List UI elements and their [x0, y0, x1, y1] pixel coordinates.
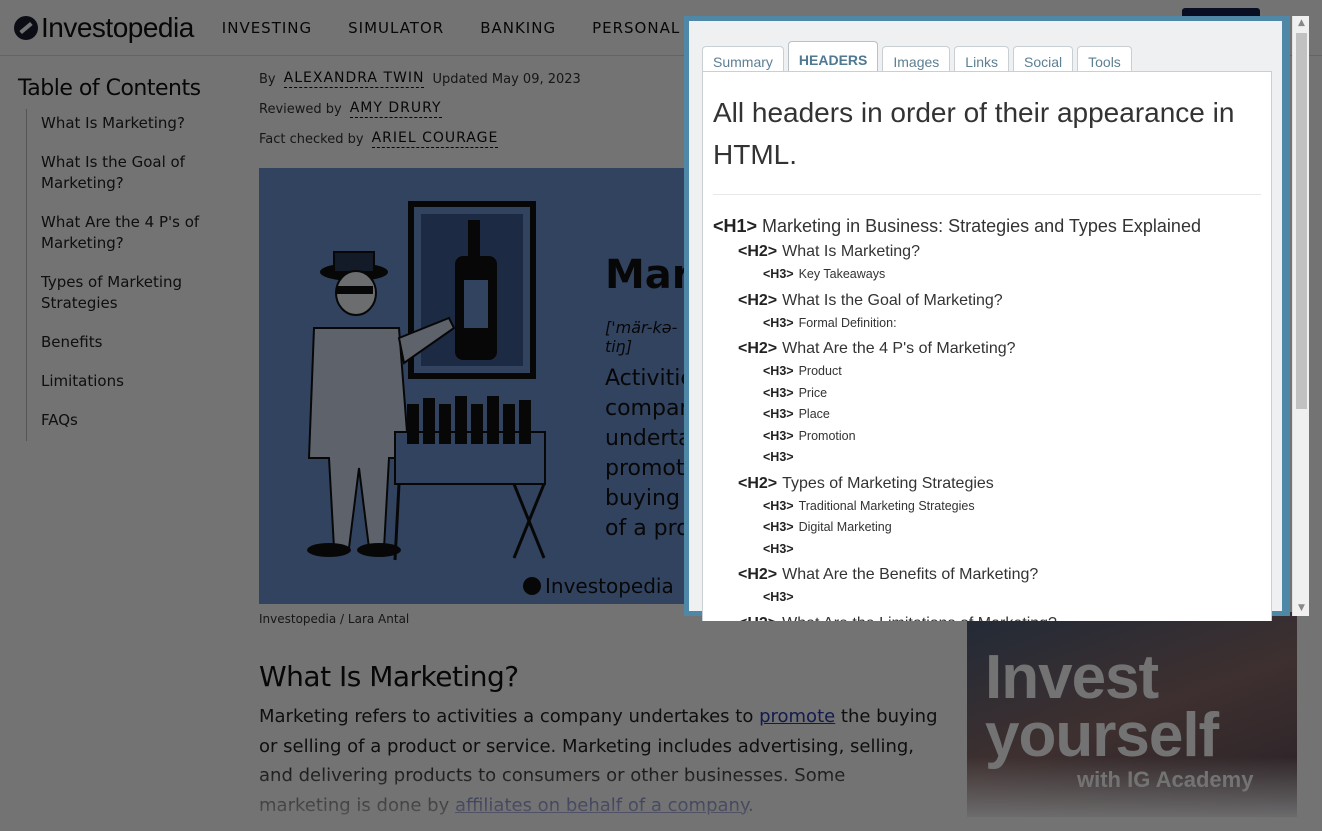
header-tag: <H2>	[738, 243, 778, 260]
header-text: Key Takeaways	[798, 267, 886, 281]
header-tag: <H3>	[763, 520, 794, 534]
header-row-h3[interactable]: <H3> Promotion	[713, 426, 1263, 448]
header-row-h3[interactable]: <H3> Digital Marketing	[713, 517, 1263, 539]
header-tag: <H3>	[763, 541, 794, 556]
header-row-h3[interactable]: <H3> Traditional Marketing Strategies	[713, 496, 1263, 518]
header-row-h3[interactable]: <H3> Key Takeaways	[713, 264, 1263, 286]
header-text: What Are the Benefits of Marketing?	[782, 566, 1039, 583]
divider	[713, 194, 1261, 195]
headers-list: <H1> Marketing in Business: Strategies an…	[713, 212, 1263, 621]
header-text: Traditional Marketing Strategies	[798, 498, 975, 513]
header-row-h3[interactable]: <H3>	[713, 587, 1263, 609]
header-tag: <H2>	[738, 340, 778, 357]
header-tag: <H2>	[738, 474, 778, 492]
header-text: Marketing in Business: Strategies and Ty…	[762, 216, 1201, 236]
header-tag: <H3>	[763, 315, 794, 330]
header-row-h3[interactable]: <H3> Product	[713, 361, 1263, 383]
header-row-h3[interactable]: <H3> Price	[713, 383, 1263, 405]
header-tag: <H3>	[763, 407, 794, 421]
header-text: Digital Marketing	[798, 520, 892, 534]
header-text: What Is the Goal of Marketing?	[782, 291, 1003, 309]
scroll-up-arrow-icon[interactable]: ▲	[1293, 16, 1310, 31]
scroll-down-arrow-icon[interactable]: ▼	[1293, 601, 1310, 616]
header-text: Place	[798, 407, 830, 421]
header-row-h2[interactable]: <H2> What Are the Benefits of Marketing?	[713, 563, 1263, 587]
header-text: Price	[798, 385, 828, 400]
header-tag: <H3>	[763, 498, 794, 513]
header-tag: <H1>	[713, 216, 758, 236]
header-row-h3[interactable]: <H3>	[713, 447, 1263, 469]
panel-title: All headers in order of their appearance…	[713, 97, 1235, 170]
header-row-h1[interactable]: <H1> Marketing in Business: Strategies an…	[713, 212, 1263, 240]
header-row-h2[interactable]: <H2> What Is Marketing?	[713, 240, 1263, 264]
header-row-h2[interactable]: <H2> What Are the 4 P's of Marketing?	[713, 337, 1263, 361]
header-text: What Is Marketing?	[782, 243, 920, 260]
header-tag: <H2>	[738, 615, 777, 622]
header-text: Formal Definition:	[798, 315, 897, 330]
header-tag: <H3>	[763, 364, 794, 378]
popup-scrollbar[interactable]: ▲ ▼	[1292, 16, 1309, 616]
header-text: Types of Marketing Strategies	[782, 474, 994, 492]
header-text: Promotion	[798, 428, 856, 443]
header-row-h2[interactable]: <H2> Types of Marketing Strategies	[713, 472, 1263, 496]
header-text: What Are the Limitations of Marketing?	[782, 615, 1057, 622]
header-row-h3[interactable]: <H3> Place	[713, 404, 1263, 426]
header-row-h3[interactable]: <H3>	[713, 539, 1263, 561]
header-tag: <H3>	[763, 450, 794, 464]
header-tag: <H3>	[763, 385, 794, 400]
headers-panel: All headers in order of their appearance…	[702, 71, 1272, 621]
header-tag: <H3>	[763, 590, 794, 604]
header-row-h2[interactable]: <H2> What Are the Limitations of Marketin…	[713, 612, 1263, 622]
header-text: Product	[798, 364, 842, 378]
seo-extension-popup: Summary HEADERS Images Links Social Tool…	[684, 16, 1290, 621]
header-row-h3[interactable]: <H3> Formal Definition:	[713, 313, 1263, 335]
header-tag: <H3>	[763, 267, 794, 281]
header-tag: <H3>	[763, 428, 794, 443]
header-tag: <H2>	[738, 291, 778, 309]
header-tag: <H2>	[738, 566, 778, 583]
header-row-h2[interactable]: <H2> What Is the Goal of Marketing?	[713, 289, 1263, 313]
header-text: What Are the 4 P's of Marketing?	[782, 340, 1016, 357]
scrollbar-thumb[interactable]	[1296, 33, 1307, 409]
